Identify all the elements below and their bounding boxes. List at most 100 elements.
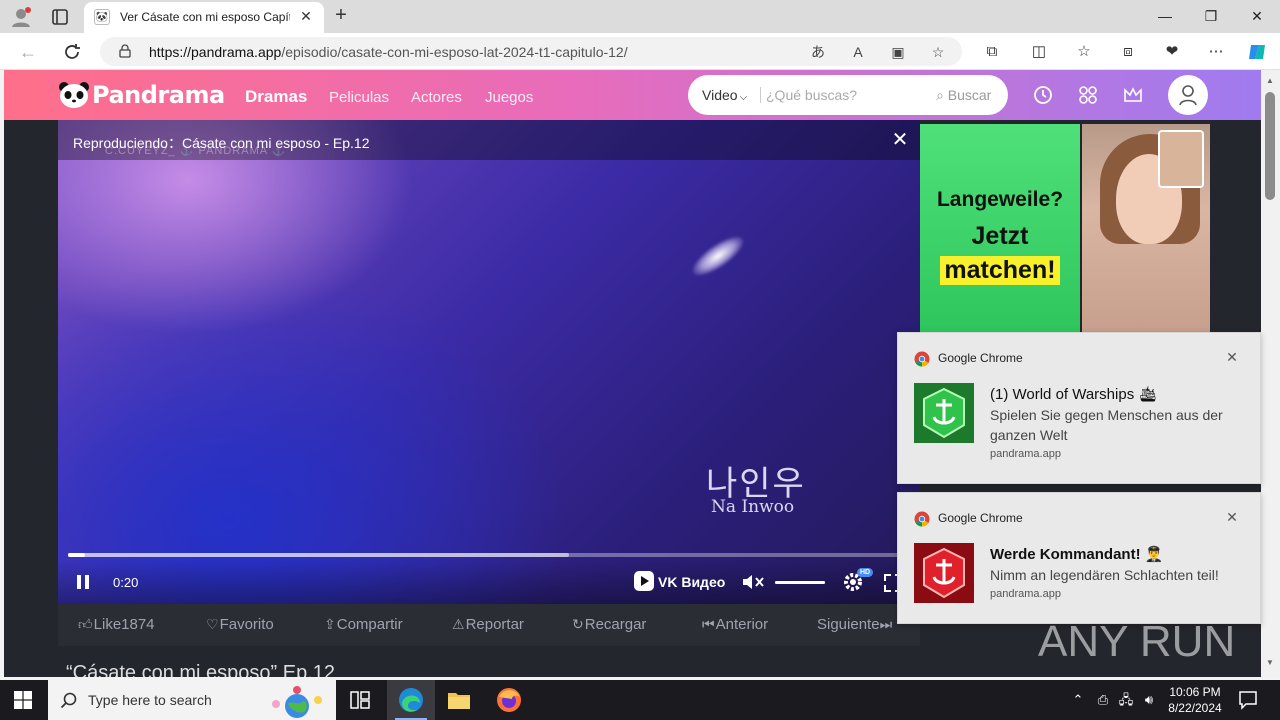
chrome-logo-icon (914, 511, 930, 527)
taskbar-file-explorer[interactable] (435, 680, 483, 720)
share-button[interactable]: ⇪Compartir (324, 616, 403, 633)
more-menu-icon[interactable]: ⋯ (1205, 41, 1227, 63)
favorite-button[interactable]: ♡Favorito (206, 616, 274, 633)
profile-icon[interactable] (10, 6, 32, 28)
site-logo-text[interactable]: Pandrama (92, 81, 225, 109)
taskbar-firefox[interactable] (485, 680, 533, 720)
notification-close-icon[interactable]: ✕ (1224, 349, 1240, 365)
favorite-star-icon[interactable]: ☆ (928, 42, 948, 62)
search-icon: ⌕ (936, 87, 944, 103)
tray-chevron-up-icon[interactable]: ⌃ (1069, 691, 1087, 709)
like-button[interactable]: 👍︎Like1874 (78, 616, 155, 633)
browser-tab-active[interactable]: 🐼 Ver Cásate con mi esposo Capítul ✕ (84, 2, 324, 33)
nav-juegos[interactable]: Juegos (485, 89, 533, 106)
panda-logo-icon[interactable] (58, 81, 90, 109)
notification-card-1[interactable]: Google Chrome ✕ (1) World of Warships 🛳 … (897, 332, 1261, 484)
scroll-thumb[interactable] (1265, 92, 1275, 200)
search-box: Video⌵ ⌕ Buscar (688, 75, 1008, 115)
notification-title: (1) World of Warships 🛳 (990, 386, 1158, 403)
minimize-button[interactable]: — (1154, 6, 1176, 26)
alert-icon: ⚠ (452, 616, 465, 632)
collections-icon[interactable]: ⧈ (1117, 41, 1139, 63)
warships-anchor-icon (914, 383, 974, 443)
search-icon (60, 692, 77, 709)
extensions-icon[interactable]: ⧉ (981, 41, 1003, 63)
tab-close-icon[interactable]: ✕ (298, 8, 314, 24)
back-button[interactable]: ← (17, 41, 39, 63)
video-player[interactable]: C.CUYEYZ_ ⚓ PANDRAMA ⚓ Reproduciendo：Cás… (58, 120, 920, 604)
reload-icon: ↻ (572, 616, 584, 632)
notification-close-icon[interactable]: ✕ (1224, 509, 1240, 525)
anyrun-watermark-logo: ANY RUN (1038, 617, 1235, 666)
next-button[interactable]: Siguiente⏭︎ (817, 616, 893, 633)
skip-forward-icon: ⏭︎ (879, 616, 893, 632)
favorites-icon[interactable]: ☆ (1073, 41, 1095, 63)
nav-peliculas[interactable]: Peliculas (329, 89, 389, 106)
vk-video-logo-icon[interactable] (634, 571, 654, 591)
taskbar-search-text: Type here to search (88, 692, 212, 708)
volume-icon[interactable]: 🔊︎ (1140, 691, 1158, 709)
browser-tab-bar: 🐼 Ver Cásate con mi esposo Capítul ✕ + —… (0, 0, 1280, 33)
immersive-reader-icon[interactable]: ▣ (888, 42, 908, 62)
translate-icon[interactable]: あ (808, 42, 828, 62)
copilot-icon[interactable] (1246, 41, 1268, 63)
pause-icon[interactable] (76, 574, 90, 590)
read-aloud-icon[interactable]: A (848, 42, 868, 62)
url-bar[interactable]: https://pandrama.app/episodio/casate-con… (100, 37, 962, 66)
report-button[interactable]: ⚠Reportar (452, 616, 524, 633)
nav-actores[interactable]: Actores (411, 89, 462, 106)
categories-icon[interactable] (1077, 84, 1099, 106)
skip-back-icon: ⏮︎ (702, 616, 715, 632)
nav-dramas[interactable]: Dramas (245, 87, 307, 107)
user-icon (1179, 85, 1197, 106)
performance-icon[interactable]: ❤ (1161, 41, 1183, 63)
tab-title: Ver Cásate con mi esposo Capítul (120, 10, 290, 24)
refresh-icon[interactable] (61, 41, 83, 63)
url-text[interactable]: https://pandrama.app/episodio/casate-con… (149, 44, 628, 60)
lock-icon[interactable] (118, 44, 132, 58)
volume-level (775, 581, 825, 584)
search-input[interactable] (766, 84, 926, 106)
share-icon: ⇪ (324, 616, 336, 632)
taskbar-edge[interactable] (387, 680, 435, 720)
ad-text-line3: matchen! (920, 256, 1080, 285)
muted-speaker-icon[interactable] (742, 573, 766, 591)
close-window-button[interactable]: ✕ (1246, 6, 1268, 26)
ad-banner[interactable]: Langeweile? Jetzt matchen! (920, 124, 1210, 334)
previous-button[interactable]: ⏮︎Anterior (702, 616, 768, 633)
current-time: 0:20 (113, 575, 139, 590)
notification-card-2[interactable]: Google Chrome ✕ Werde Kommandant! 👨‍✈️ N… (897, 492, 1261, 624)
scroll-down-icon[interactable]: ▼ (1266, 658, 1274, 667)
chrome-logo-icon (914, 351, 930, 367)
history-icon[interactable] (1032, 84, 1054, 106)
new-tab-button[interactable]: + (330, 5, 352, 27)
user-avatar-button[interactable] (1168, 75, 1208, 115)
split-screen-icon[interactable]: ◫ (1028, 41, 1050, 63)
address-toolbar: ← https://pandrama.app/episodio/casate-c… (0, 33, 1280, 70)
notification-center-icon[interactable] (1238, 690, 1258, 710)
player-close-icon[interactable]: ✕ (890, 130, 910, 150)
tray-device-icon[interactable]: ⎙ (1094, 691, 1112, 709)
vk-video-label[interactable]: VK Видео (658, 574, 725, 590)
windows-start-icon[interactable] (14, 691, 32, 709)
notification-source: pandrama.app (990, 448, 1061, 460)
restore-button[interactable]: ❐ (1200, 6, 1222, 26)
search-button[interactable]: ⌕ Buscar (936, 87, 991, 104)
network-icon[interactable]: 🖧 (1117, 691, 1135, 709)
search-type-select[interactable]: Video ⌵ (702, 87, 747, 103)
taskbar-clock[interactable]: 10:06 PM 8/22/2024 (1163, 684, 1227, 716)
task-view-button[interactable] (336, 680, 384, 720)
tab-actions-icon[interactable] (50, 7, 70, 27)
video-caption-latin: Na Inwoo (711, 497, 795, 517)
progress-buffered (68, 553, 569, 557)
taskbar-search-box[interactable]: Type here to search (48, 680, 336, 720)
progress-bar[interactable] (68, 553, 910, 557)
scroll-up-icon[interactable]: ▲ (1266, 76, 1274, 85)
page-scrollbar[interactable]: ▲ ▼ (1261, 70, 1280, 677)
notification-body: Spielen Sie gegen Menschen aus der ganze… (990, 407, 1223, 443)
crown-icon[interactable] (1122, 84, 1144, 106)
search-highlight-globe-icon (272, 686, 322, 718)
volume-slider[interactable] (775, 581, 825, 584)
now-playing-title: Reproduciendo：Cásate con mi esposo - Ep.… (73, 135, 370, 151)
reload-button[interactable]: ↻Recargar (572, 616, 646, 633)
